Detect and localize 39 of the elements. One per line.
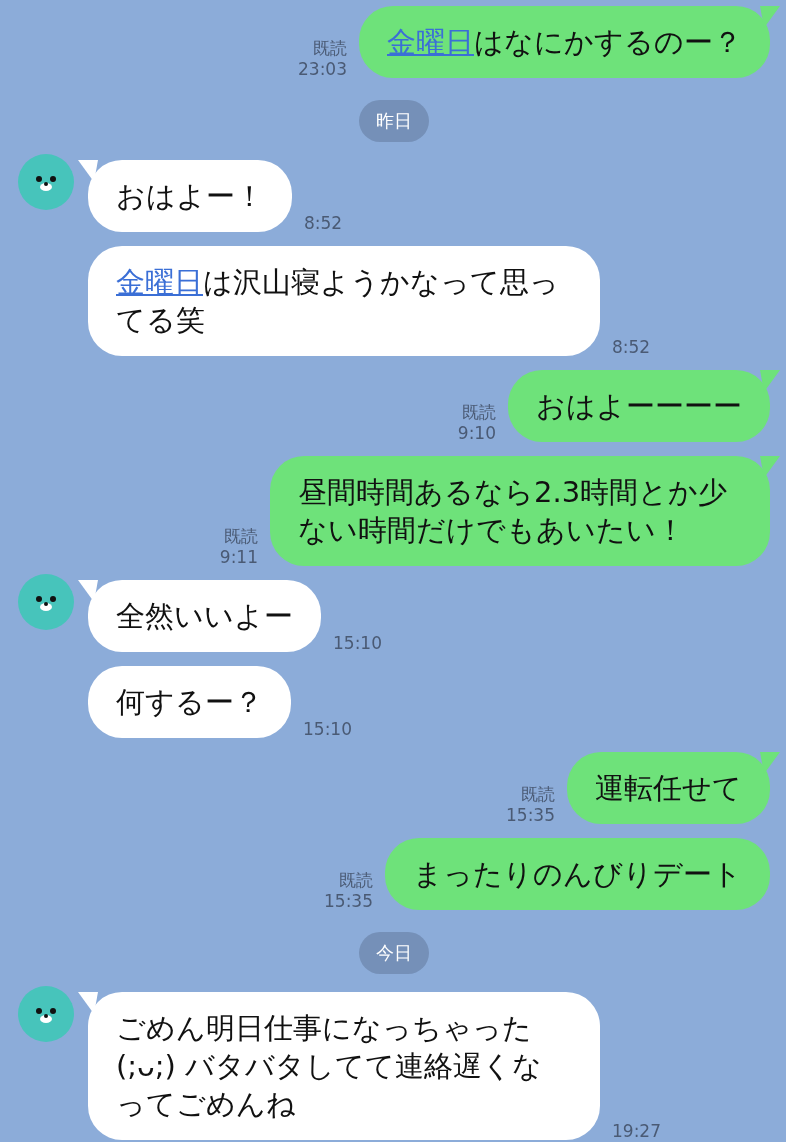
message-bubble: 何するー？	[88, 666, 291, 738]
message-time: 15:10	[303, 719, 352, 740]
avatar-icon[interactable]	[18, 154, 74, 210]
date-link[interactable]: 金曜日	[116, 265, 203, 299]
message-bubble: 運転任せて	[567, 752, 770, 824]
read-receipt: 既読	[313, 38, 347, 59]
message-bubble: 金曜日 は沢山寝ようかなって思ってる笑	[88, 246, 600, 356]
bubble-tail	[78, 580, 98, 602]
message-time: 19:27	[612, 1121, 661, 1142]
avatar-icon[interactable]	[18, 574, 74, 630]
message-time: 15:10	[333, 633, 382, 654]
message-bubble: 昼間時間あるなら2.3時間とか少ない時間だけでもあいたい！	[270, 456, 770, 566]
bubble-tail	[78, 992, 98, 1014]
bubble-tail	[760, 370, 780, 392]
read-receipt: 既読	[224, 526, 258, 547]
read-receipt: 既読	[521, 784, 555, 805]
message-time: 23:03	[298, 59, 347, 80]
date-separator: 今日	[359, 932, 429, 974]
avatar-icon[interactable]	[18, 986, 74, 1042]
bubble-tail	[760, 752, 780, 774]
message-time: 9:11	[219, 547, 258, 568]
read-receipt: 既読	[462, 402, 496, 423]
message-bubble: まったりのんびりデート	[385, 838, 770, 910]
message-bubble: ごめん明日仕事になっちゃった(;ᴗ;) バタバタしてて連絡遅くなってごめんね	[88, 992, 600, 1140]
message-time: 9:10	[457, 423, 496, 444]
message-time: 15:35	[506, 805, 555, 826]
read-receipt: 既読	[339, 870, 373, 891]
bubble-tail	[78, 160, 98, 182]
message-bubble: 金曜日 はなにかするのー？	[359, 6, 770, 78]
date-separator: 昨日	[359, 100, 429, 142]
bubble-tail	[760, 6, 780, 28]
date-link[interactable]: 金曜日	[387, 25, 474, 59]
message-bubble: おはよーーーー	[508, 370, 770, 442]
message-time: 8:52	[304, 213, 343, 234]
message-time: 15:35	[324, 891, 373, 912]
message-bubble: 全然いいよー	[88, 580, 321, 652]
message-time: 8:52	[612, 337, 651, 358]
message-bubble: おはよー！	[88, 160, 292, 232]
bubble-tail	[760, 456, 780, 478]
